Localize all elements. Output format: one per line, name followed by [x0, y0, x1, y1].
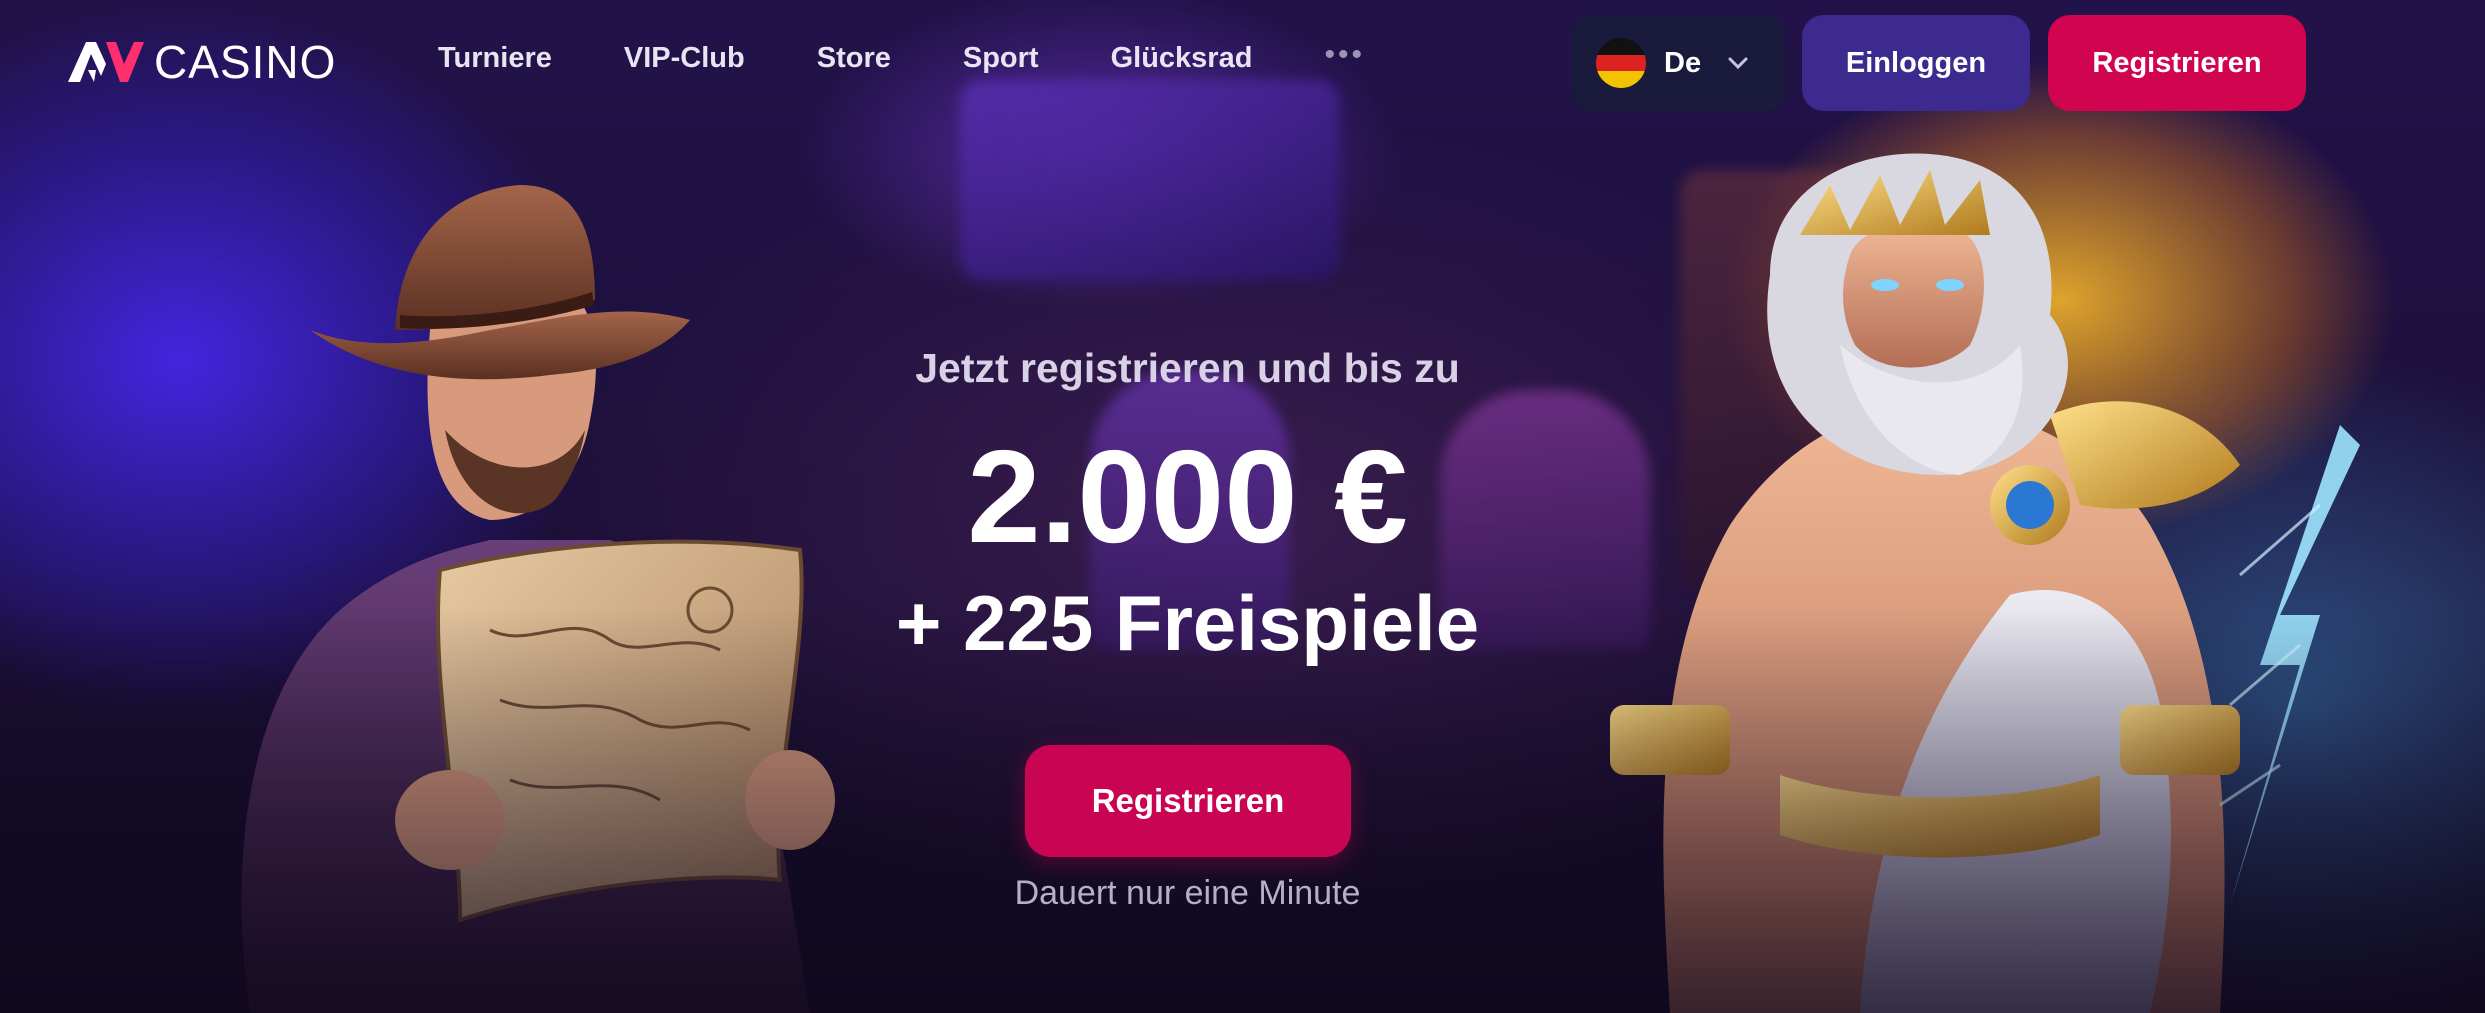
- brand-logo[interactable]: AV CASINO: [66, 36, 337, 88]
- free-spins-label: + 225 Freispiele: [895, 579, 1480, 667]
- germany-flag-icon: [1596, 38, 1646, 88]
- more-menu-icon[interactable]: •••: [1324, 38, 1365, 72]
- av-logo-icon: AV: [68, 42, 144, 82]
- signup-duration-note: Dauert nur eine Minute: [1014, 874, 1361, 912]
- bonus-amount: 2.000 €: [967, 423, 1408, 570]
- brand-name: CASINO: [154, 36, 337, 88]
- nav-item-vip-club[interactable]: VIP-Club: [624, 42, 745, 75]
- hero-subtitle: Jetzt registrieren und bis zu: [915, 345, 1460, 391]
- nav-item-wheel-of-fortune[interactable]: Glücksrad: [1111, 42, 1253, 75]
- hero-register-button[interactable]: Registrieren: [1025, 745, 1351, 857]
- language-label: De: [1664, 46, 1702, 79]
- top-navigation-bar: AV CASINO Turniere VIP-Club Store Sport …: [0, 0, 2485, 126]
- login-button[interactable]: Einloggen: [1802, 15, 2030, 111]
- nav-item-store[interactable]: Store: [817, 42, 891, 75]
- chevron-down-icon: [1728, 57, 1748, 70]
- landing-page: AV CASINO Turniere VIP-Club Store Sport …: [0, 0, 2485, 1013]
- nav-item-sport[interactable]: Sport: [963, 42, 1039, 75]
- register-button[interactable]: Registrieren: [2048, 15, 2306, 111]
- language-selector[interactable]: De: [1572, 15, 1786, 111]
- main-nav: Turniere VIP-Club Store Sport Glücksrad …: [438, 38, 1365, 75]
- nav-item-tournaments[interactable]: Turniere: [438, 42, 552, 75]
